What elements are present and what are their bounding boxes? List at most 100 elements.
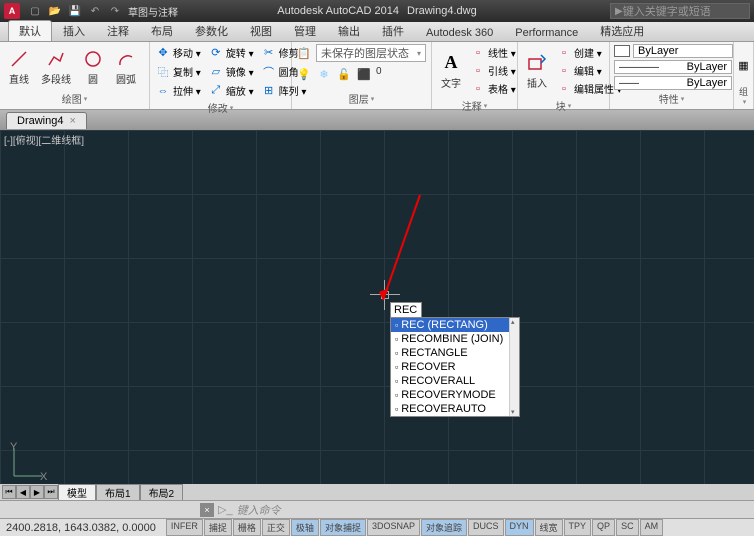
panel-layer-title[interactable]: 图层 xyxy=(296,90,427,107)
insert-button[interactable]: 插入 xyxy=(522,50,552,92)
layer-on-icon[interactable]: 💡 xyxy=(296,66,312,82)
ac-item-1[interactable]: ▫RECOMBINE (JOIN) xyxy=(391,332,519,346)
qat-open-icon[interactable]: 📂 xyxy=(48,4,62,18)
panel-annotation: A 文字 ▫线性 ▾▫引线 ▾▫表格 ▾ 注释 xyxy=(432,42,518,109)
panel-properties: ByLayer ———— ByLayer —— ByLayer 特性 xyxy=(610,42,734,109)
ribbon-tab-6[interactable]: 管理 xyxy=(283,20,327,41)
app-icon[interactable]: A xyxy=(4,3,20,19)
ribbon-tab-5[interactable]: 视图 xyxy=(239,20,283,41)
dynamic-input[interactable]: REC xyxy=(390,302,422,318)
ribbon-tab-3[interactable]: 布局 xyxy=(140,20,184,41)
status-INFER[interactable]: INFER xyxy=(166,519,203,536)
status-线宽[interactable]: 线宽 xyxy=(535,519,563,536)
layer-lock-icon[interactable]: 🔓 xyxy=(336,66,352,82)
ribbon-tab-0[interactable]: 默认 xyxy=(8,20,52,41)
quick-access-toolbar: ▢ 📂 💾 ↶ ↷ 草图与注释 xyxy=(28,4,178,18)
layout-tab-0[interactable]: 模型 xyxy=(58,484,96,501)
annot-表格[interactable]: ▫表格 ▾ xyxy=(469,80,518,97)
ribbon-tab-10[interactable]: Performance xyxy=(504,24,589,41)
modify-旋转[interactable]: ⟳旋转 ▾ xyxy=(207,44,256,61)
ribbon-tabs: 默认插入注释布局参数化视图管理输出插件Autodesk 360Performan… xyxy=(0,22,754,42)
modify-移动[interactable]: ✥移动 ▾ xyxy=(154,44,203,61)
draw-直线[interactable]: 直线 xyxy=(4,46,34,88)
status-正交[interactable]: 正交 xyxy=(262,519,290,536)
autocomplete-scrollbar[interactable] xyxy=(509,318,519,416)
tab-last-icon[interactable]: ⏭ xyxy=(44,485,58,499)
ribbon-tab-9[interactable]: Autodesk 360 xyxy=(415,24,504,41)
ac-item-4[interactable]: ▫RECOVERALL xyxy=(391,374,519,388)
ribbon-tab-11[interactable]: 精选应用 xyxy=(589,20,655,41)
layout-tab-2[interactable]: 布局2 xyxy=(140,484,184,501)
annot-引线[interactable]: ▫引线 ▾ xyxy=(469,62,518,79)
status-3DOSNAP[interactable]: 3DOSNAP xyxy=(367,519,420,536)
autocomplete-list: ▫REC (RECTANG)▫RECOMBINE (JOIN)▫RECTANGL… xyxy=(390,317,520,417)
titlebar: A ▢ 📂 💾 ↶ ↷ 草图与注释 Autodesk AutoCAD 2014 … xyxy=(0,0,754,22)
coordinates[interactable]: 2400.2818, 1643.0382, 0.0000 xyxy=(0,522,162,534)
layer-color-icon[interactable]: ⬛ xyxy=(356,66,372,82)
panel-draw-title[interactable]: 绘图 xyxy=(4,90,145,107)
ribbon-tab-7[interactable]: 输出 xyxy=(327,20,371,41)
ac-item-6[interactable]: ▫RECOVERAUTO xyxy=(391,402,519,416)
qat-save-icon[interactable]: 💾 xyxy=(68,4,82,18)
status-AM[interactable]: AM xyxy=(640,519,664,536)
text-button[interactable]: A 文字 xyxy=(436,50,466,92)
annot-线性[interactable]: ▫线性 ▾ xyxy=(469,44,518,61)
draw-多段线[interactable]: 多段线 xyxy=(37,46,75,88)
panel-modify-title[interactable]: 修改 xyxy=(154,99,287,116)
cmd-prompt: 键入命令 xyxy=(237,502,281,518)
color-dropdown[interactable]: ByLayer xyxy=(633,44,733,58)
svg-text:X: X xyxy=(40,471,48,482)
ribbon-tab-1[interactable]: 插入 xyxy=(52,20,96,41)
layer-state-dropdown[interactable]: 未保存的图层状态 xyxy=(316,44,426,62)
status-TPY[interactable]: TPY xyxy=(564,519,592,536)
linetype-dropdown[interactable]: ———— ByLayer xyxy=(614,60,732,74)
layout-tab-1[interactable]: 布局1 xyxy=(96,484,140,501)
lineweight-dropdown[interactable]: —— ByLayer xyxy=(614,76,732,90)
tab-first-icon[interactable]: ⏮ xyxy=(2,485,16,499)
drawing-canvas[interactable]: [-][俯视][二维线框] REC ▫REC (RECTANG)▫RECOMBI… xyxy=(0,130,754,500)
panel-props-title[interactable]: 特性 xyxy=(614,90,729,107)
layer-freeze-icon[interactable]: ❄ xyxy=(316,66,332,82)
group-icon[interactable]: ▦ xyxy=(738,57,749,73)
modify-镜像[interactable]: ▱镜像 ▾ xyxy=(207,63,256,80)
qat-redo-icon[interactable]: ↷ xyxy=(108,4,122,18)
doc-tab-active[interactable]: Drawing4 × xyxy=(6,112,87,129)
status-DYN[interactable]: DYN xyxy=(505,519,534,536)
panel-annot-title[interactable]: 注释 xyxy=(436,97,513,114)
ribbon-tab-2[interactable]: 注释 xyxy=(96,20,140,41)
ribbon-tab-8[interactable]: 插件 xyxy=(371,20,415,41)
viewport-label[interactable]: [-][俯视][二维线框] xyxy=(4,132,84,147)
draw-圆[interactable]: 圆 xyxy=(78,46,108,88)
qat-new-icon[interactable]: ▢ xyxy=(28,4,42,18)
modify-拉伸[interactable]: ⇔拉伸 ▾ xyxy=(154,82,203,99)
modify-缩放[interactable]: ⤢缩放 ▾ xyxy=(207,82,256,99)
panel-group-title[interactable]: 组 xyxy=(738,86,749,107)
menubar-label[interactable]: 草图与注释 xyxy=(128,4,178,18)
cmd-close-icon[interactable]: × xyxy=(200,503,214,517)
status-SC[interactable]: SC xyxy=(616,519,639,536)
qat-undo-icon[interactable]: ↶ xyxy=(88,4,102,18)
ucs-icon[interactable]: X Y xyxy=(8,442,48,482)
color-swatch[interactable] xyxy=(614,45,630,57)
ribbon-tab-4[interactable]: 参数化 xyxy=(184,20,239,41)
status-QP[interactable]: QP xyxy=(592,519,615,536)
status-捕捉[interactable]: 捕捉 xyxy=(204,519,232,536)
status-对象追踪[interactable]: 对象追踪 xyxy=(421,519,467,536)
status-DUCS[interactable]: DUCS xyxy=(468,519,504,536)
panel-block-title[interactable]: 块 xyxy=(522,97,605,114)
close-tab-icon[interactable]: × xyxy=(69,115,75,127)
modify-复制[interactable]: ⿻复制 ▾ xyxy=(154,63,203,80)
tab-next-icon[interactable]: ▶ xyxy=(30,485,44,499)
layer-props-icon[interactable]: 📋 xyxy=(296,45,312,61)
help-search[interactable]: ▶ 键入关键字或短语 xyxy=(610,3,750,19)
status-极轴[interactable]: 极轴 xyxy=(291,519,319,536)
command-line[interactable]: × ▷_ 键入命令 xyxy=(0,500,754,518)
ac-item-2[interactable]: ▫RECTANGLE xyxy=(391,346,519,360)
ac-item-5[interactable]: ▫RECOVERYMODE xyxy=(391,388,519,402)
ac-item-3[interactable]: ▫RECOVER xyxy=(391,360,519,374)
tab-prev-icon[interactable]: ◀ xyxy=(16,485,30,499)
ac-item-0[interactable]: ▫REC (RECTANG) xyxy=(391,318,519,332)
status-对象捕捉[interactable]: 对象捕捉 xyxy=(320,519,366,536)
draw-圆弧[interactable]: 圆弧 xyxy=(111,46,141,88)
status-栅格[interactable]: 栅格 xyxy=(233,519,261,536)
